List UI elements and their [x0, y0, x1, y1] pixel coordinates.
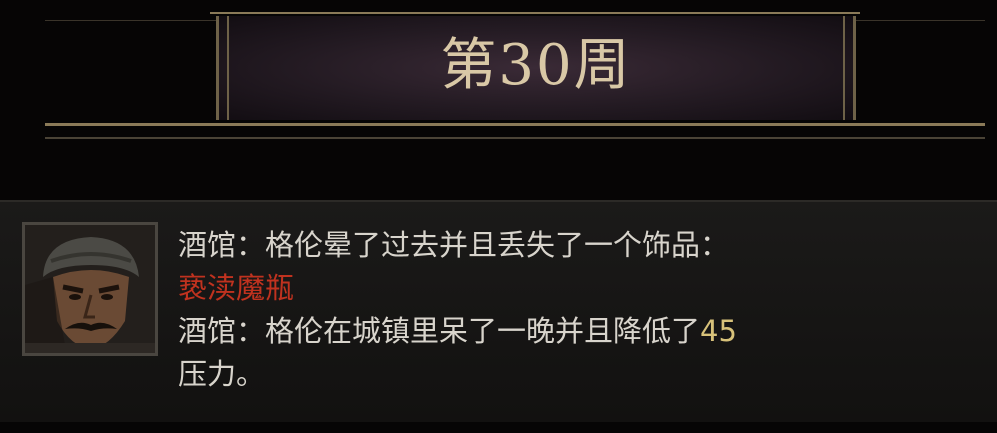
banner-bottom-divider — [45, 123, 985, 126]
banner-bottom-rule — [45, 137, 985, 139]
log-line-text: 压力。 — [178, 357, 266, 391]
week-banner: 第30周 — [216, 16, 856, 120]
log-line-continuation: 压力。 — [178, 353, 978, 396]
trinket-name: 亵渎魔瓶 — [178, 271, 295, 305]
stress-value: 45 — [700, 314, 737, 348]
event-log-panel: 酒馆：格伦晕了过去并且丢失了一个饰品： 亵渎魔瓶 酒馆：格伦在城镇里呆了一晚并且… — [0, 200, 997, 422]
week-title: 第30周 — [440, 33, 632, 98]
log-line-tavern-trinket-lost: 酒馆：格伦晕了过去并且丢失了一个饰品： — [178, 224, 978, 267]
log-line-item-name: 亵渎魔瓶 — [178, 267, 978, 310]
log-line-tavern-stress-relief: 酒馆：格伦在城镇里呆了一晚并且降低了45 — [178, 310, 978, 353]
banner-top-divider — [210, 12, 860, 14]
hero-portrait-icon — [22, 222, 158, 356]
log-line-text: 酒馆：格伦晕了过去并且丢失了一个饰品： — [178, 228, 730, 262]
event-log-text: 酒馆：格伦晕了过去并且丢失了一个饰品： 亵渎魔瓶 酒馆：格伦在城镇里呆了一晚并且… — [178, 224, 978, 396]
log-line-text: 酒馆：格伦在城镇里呆了一晚并且降低了 — [178, 314, 701, 348]
